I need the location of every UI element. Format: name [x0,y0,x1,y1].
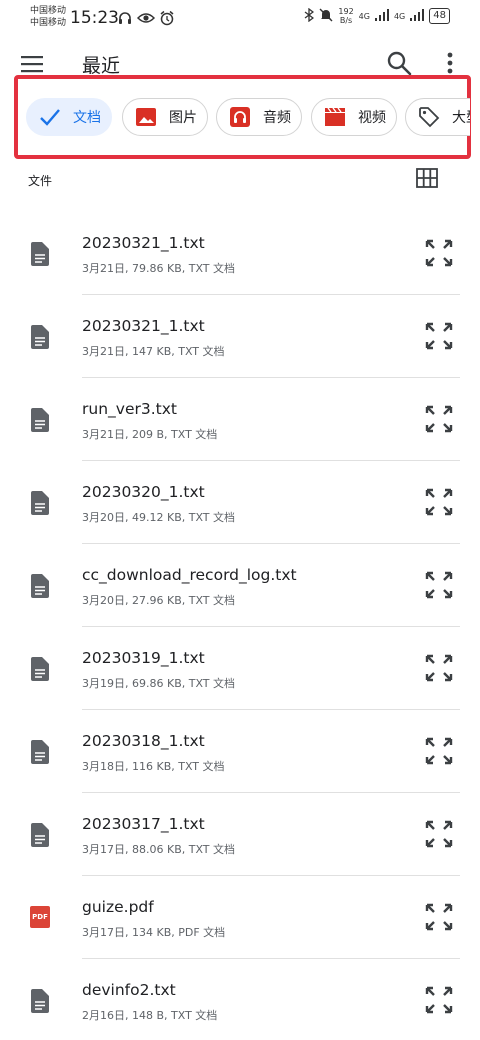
eye-status-icon [136,10,156,30]
expand-icon[interactable] [424,985,454,1015]
file-name: 20230317_1.txt [82,815,205,833]
tag-icon [418,106,440,128]
carrier-1: 中国移动 [30,6,67,16]
file-row[interactable]: 20230317_1.txt 3月17日, 88.06 KB, TXT 文档 [0,793,480,876]
chip-audio[interactable]: 音频 [216,98,302,136]
file-meta: 3月20日, 49.12 KB, TXT 文档 [82,511,236,524]
file-row[interactable]: devinfo2.txt 2月16日, 148 B, TXT 文档 [0,959,480,1040]
file-meta: 3月21日, 209 B, TXT 文档 [82,428,218,441]
category-chips: 文档 图片 音频 视频 大型文件 [26,98,470,136]
headphones-status-icon [117,10,133,30]
search-button[interactable] [386,50,412,76]
expand-icon[interactable] [424,902,454,932]
file-meta: 3月17日, 88.06 KB, TXT 文档 [82,843,236,856]
text-file-icon [31,657,49,681]
file-name: 20230320_1.txt [82,483,205,501]
text-file-icon [31,491,49,515]
file-row[interactable]: PDF guize.pdf 3月17日, 134 KB, PDF 文档 [0,876,480,959]
file-row[interactable]: run_ver3.txt 3月21日, 209 B, TXT 文档 [0,378,480,461]
headphones-icon [229,106,251,128]
expand-icon[interactable] [424,736,454,766]
hamburger-menu-icon [21,56,43,73]
file-row[interactable]: cc_download_record_log.txt 3月20日, 27.96 … [0,544,480,627]
grid-view-button[interactable] [416,168,438,188]
page-title: 最近 [82,55,121,77]
file-meta: 3月19日, 69.86 KB, TXT 文档 [82,677,236,690]
signal-2-label: 4G [393,11,406,21]
expand-icon[interactable] [424,819,454,849]
clapperboard-icon [324,106,346,128]
chip-video[interactable]: 视频 [311,98,397,136]
expand-icon[interactable] [424,238,454,268]
expand-icon[interactable] [424,404,454,434]
carrier-info: 中国移动 中国移动 [30,5,66,29]
file-name: 20230319_1.txt [82,649,205,667]
text-file-icon [31,989,49,1013]
expand-icon[interactable] [424,570,454,600]
file-meta: 3月21日, 79.86 KB, TXT 文档 [82,262,236,275]
chip-label: 图片 [169,110,197,126]
section-title: 文件 [28,174,53,188]
file-name: 20230321_1.txt [82,234,205,252]
text-file-icon [31,574,49,598]
signal-1-label: 4G [358,11,370,21]
pdf-file-icon: PDF [30,906,50,928]
file-meta: 3月21日, 147 KB, TXT 文档 [82,345,225,358]
text-file-icon [31,823,49,847]
expand-icon[interactable] [424,487,454,517]
more-options-button[interactable] [440,50,460,76]
file-row[interactable]: 20230318_1.txt 3月18日, 116 KB, TXT 文档 [0,710,480,793]
mute-icon [319,8,333,25]
file-row[interactable]: 20230321_1.txt 3月21日, 79.86 KB, TXT 文档 [0,212,480,295]
chip-label: 音频 [263,110,291,126]
file-meta: 3月18日, 116 KB, TXT 文档 [82,760,225,773]
file-name: devinfo2.txt [82,981,176,999]
image-icon [135,106,157,128]
expand-icon[interactable] [424,321,454,351]
network-speed: 192 B/s [338,7,353,25]
status-clock: 15:23 [70,8,119,28]
notification-icons [117,10,175,30]
check-icon [39,106,61,128]
file-meta: 3月17日, 134 KB, PDF 文档 [82,926,226,939]
signal-1-icon [374,8,389,24]
chip-large-files[interactable]: 大型文件 [405,98,470,136]
file-name: 20230321_1.txt [82,317,205,335]
text-file-icon [31,408,49,432]
grid-view-icon [416,168,438,188]
text-file-icon [31,242,49,266]
status-bar: 中国移动 中国移动 15:23 192 B/s 4G 4G 48 [0,0,480,36]
file-meta: 3月20日, 27.96 KB, TXT 文档 [82,594,236,607]
text-file-icon [31,325,49,349]
file-name: guize.pdf [82,898,154,916]
bluetooth-icon [304,7,315,25]
menu-button[interactable] [20,52,44,76]
battery-indicator: 48 [429,8,450,24]
file-meta: 2月16日, 148 B, TXT 文档 [82,1009,218,1022]
net-speed-value: 192 [338,7,354,16]
file-row[interactable]: 20230321_1.txt 3月21日, 147 KB, TXT 文档 [0,295,480,378]
file-name: cc_download_record_log.txt [82,566,297,584]
chip-label: 文档 [73,110,101,126]
chip-documents[interactable]: 文档 [26,98,112,136]
file-row[interactable]: 20230319_1.txt 3月19日, 69.86 KB, TXT 文档 [0,627,480,710]
signal-2-icon [410,8,425,24]
file-list: 20230321_1.txt 3月21日, 79.86 KB, TXT 文档 2… [0,212,480,1040]
expand-icon[interactable] [424,653,454,683]
system-status: 192 B/s 4G 4G 48 [304,7,450,25]
chip-images[interactable]: 图片 [122,98,208,136]
chip-label: 视频 [358,110,386,126]
file-name: 20230318_1.txt [82,732,205,750]
more-vert-icon [447,52,453,74]
file-name: run_ver3.txt [82,400,177,418]
search-icon [387,51,412,76]
file-row[interactable]: 20230320_1.txt 3月20日, 49.12 KB, TXT 文档 [0,461,480,544]
net-speed-unit: B/s [339,16,353,25]
carrier-2: 中国移动 [30,18,67,28]
alarm-status-icon [159,10,175,30]
chip-label: 大型文件 [452,110,470,126]
text-file-icon [31,740,49,764]
